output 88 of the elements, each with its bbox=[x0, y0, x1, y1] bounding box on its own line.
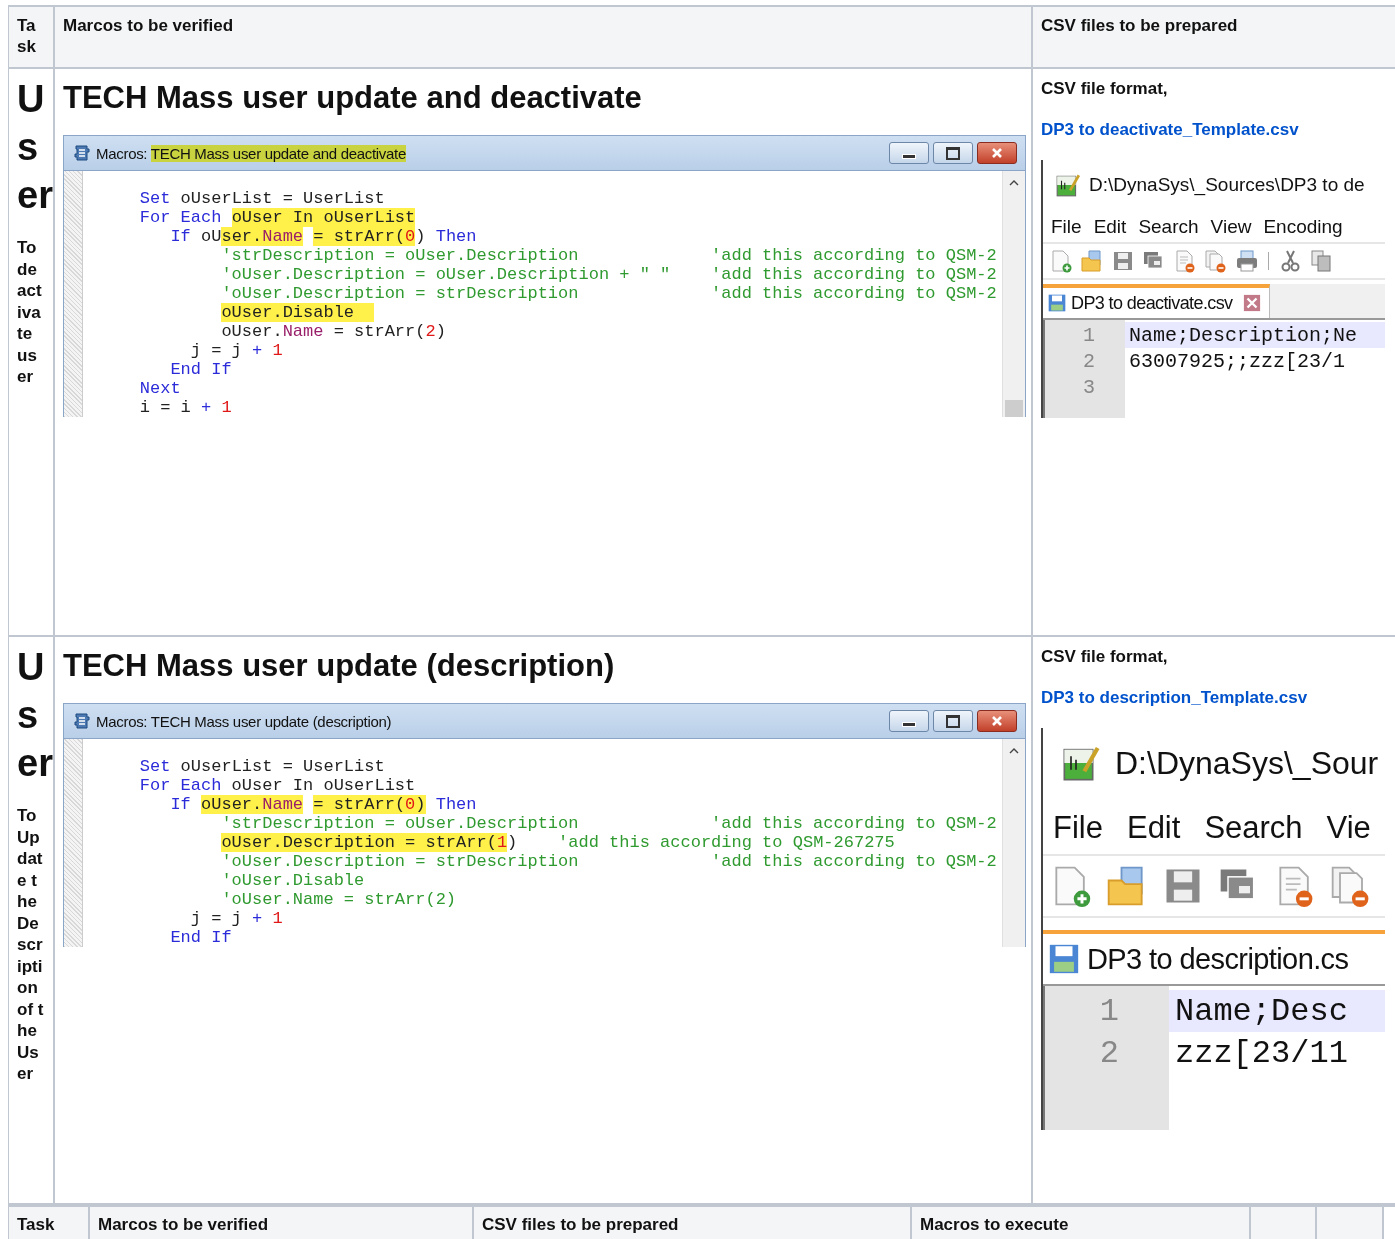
floppy-icon bbox=[1047, 293, 1067, 313]
close-icon[interactable] bbox=[1242, 294, 1261, 312]
script-icon bbox=[72, 143, 92, 163]
menu-item[interactable]: Vie bbox=[1326, 810, 1371, 846]
csv-line: Name;Description;Ne bbox=[1128, 323, 1358, 347]
window-title: Macros: TECH Mass user update and deactivate bbox=[96, 144, 407, 162]
close-icon bbox=[990, 147, 1004, 159]
template-link[interactable]: DP3 to description_Template.csv bbox=[1041, 687, 1308, 709]
code-line: For Each oUser In oUserList bbox=[138, 776, 416, 795]
column-header: Marcos to be verified bbox=[63, 15, 234, 36]
line-number: 1 bbox=[1099, 992, 1119, 1030]
section-heading: TECH Mass user update and deactivate bbox=[63, 79, 642, 117]
menu-item[interactable]: Search bbox=[1138, 216, 1199, 238]
minimize-button[interactable] bbox=[889, 710, 929, 732]
line-number: 2 bbox=[1083, 349, 1095, 373]
column-header: Task bbox=[17, 1214, 55, 1235]
code-line: If oUser.Name = strArr(0) Then bbox=[169, 795, 477, 814]
floppy-icon bbox=[1047, 942, 1081, 976]
menu-item[interactable]: Search bbox=[1204, 810, 1303, 846]
close-icon bbox=[990, 715, 1004, 727]
maximize-button[interactable] bbox=[933, 142, 973, 164]
csv-line: 63007925;;zzz[23/1 bbox=[1128, 349, 1346, 373]
scroll-up-icon[interactable] bbox=[1009, 748, 1019, 754]
save-icon[interactable] bbox=[1111, 249, 1135, 273]
window-title: D:\DynaSys\_Sour bbox=[1115, 744, 1379, 782]
scrollbar[interactable] bbox=[1002, 171, 1025, 417]
print-icon[interactable] bbox=[1235, 249, 1259, 273]
file-tab[interactable]: DP3 to description.cs bbox=[1043, 930, 1385, 984]
code-line: 'oUser.Description = strDescription 'add this according to QSM-2 bbox=[220, 284, 997, 303]
column-header: CSV files to be prepared bbox=[1041, 15, 1238, 36]
close-all-icon[interactable] bbox=[1204, 249, 1228, 273]
menu-item[interactable]: File bbox=[1051, 216, 1082, 238]
file-tab[interactable]: DP3 to deactivate.csv bbox=[1043, 284, 1270, 318]
code-line: 'oUser.Description = strDescription 'add this according to QSM-2 bbox=[220, 852, 997, 871]
column-header: CSV files to be prepared bbox=[482, 1214, 679, 1235]
code-line: i = i + 1 bbox=[138, 398, 232, 417]
code-line: End If bbox=[169, 360, 232, 379]
code-line: 'strDescription = oUser.Description 'add this according to QSM-2 bbox=[220, 246, 997, 265]
scroll-up-icon[interactable] bbox=[1009, 180, 1019, 186]
task-description: To deactivate user bbox=[17, 237, 43, 388]
maximize-button[interactable] bbox=[933, 710, 973, 732]
csv-label: CSV file format, bbox=[1041, 646, 1168, 668]
code-line: Next bbox=[138, 379, 181, 398]
code-line: oUser.Description = strArr(1) 'add this according to QSM-267275 bbox=[220, 833, 895, 852]
menu-item[interactable]: Encoding bbox=[1263, 216, 1343, 238]
menu-item[interactable]: Edit bbox=[1093, 216, 1127, 238]
task-description: To Update the Description of the User bbox=[17, 805, 44, 1085]
code-line: 'oUser.Disable bbox=[220, 871, 365, 890]
code-line: 'oUser.Description = oUser.Description + " " 'add this according to QSM-2 bbox=[220, 265, 997, 284]
open-folder-icon[interactable] bbox=[1080, 249, 1104, 273]
new-file-icon[interactable] bbox=[1049, 249, 1073, 273]
scrollbar[interactable] bbox=[1002, 739, 1025, 947]
close-button[interactable] bbox=[977, 710, 1017, 732]
code-line: j = j + 1 bbox=[189, 341, 283, 360]
window-title: Macros: TECH Mass user update (description) bbox=[96, 712, 392, 730]
code-line: j = j + 1 bbox=[189, 909, 283, 928]
code-line: oUser.Name = strArr(2) bbox=[220, 322, 446, 341]
script-icon bbox=[72, 711, 92, 731]
window-title: D:\DynaSys\_Sources\DP3 to de bbox=[1089, 174, 1365, 196]
csv-line: Name;Desc bbox=[1174, 992, 1348, 1030]
line-number: 2 bbox=[1099, 1034, 1119, 1072]
csv-label: CSV file format, bbox=[1041, 78, 1168, 100]
code-line: For Each oUser In oUserList bbox=[138, 208, 416, 227]
template-link[interactable]: DP3 to deactivate_Template.csv bbox=[1041, 119, 1299, 141]
task-title: User bbox=[17, 645, 53, 786]
code-line: If oUser.Name = strArr(0) Then bbox=[169, 227, 477, 246]
code-line: End If bbox=[169, 928, 232, 947]
line-number: 1 bbox=[1083, 323, 1095, 347]
code-line: Set oUserList = UserList bbox=[138, 757, 385, 776]
minimize-button[interactable] bbox=[889, 142, 929, 164]
document-pencil-icon bbox=[1055, 172, 1081, 198]
code-line: Set oUserList = UserList bbox=[138, 189, 385, 208]
menu-item[interactable]: File bbox=[1053, 810, 1103, 846]
close-file-icon[interactable] bbox=[1173, 249, 1197, 273]
code-line: 'oUser.Name = strArr(2) bbox=[220, 890, 457, 909]
csv-line: zzz[23/11 bbox=[1174, 1034, 1348, 1072]
task-title: User bbox=[17, 77, 53, 218]
menu-item[interactable]: View bbox=[1210, 216, 1252, 238]
column-header: Marcos to be verified bbox=[98, 1214, 269, 1235]
scroll-thumb[interactable] bbox=[1005, 400, 1023, 417]
column-header: Macros to execute bbox=[920, 1214, 1069, 1235]
column-header: Task bbox=[17, 15, 37, 57]
section-heading: TECH Mass user update (description) bbox=[63, 647, 615, 685]
line-number: 3 bbox=[1083, 375, 1095, 399]
menu-item[interactable]: Edit bbox=[1126, 810, 1181, 846]
copy-icon[interactable] bbox=[1309, 249, 1333, 273]
close-button[interactable] bbox=[977, 142, 1017, 164]
code-line: 'strDescription = oUser.Description 'add this according to QSM-2 bbox=[220, 814, 997, 833]
